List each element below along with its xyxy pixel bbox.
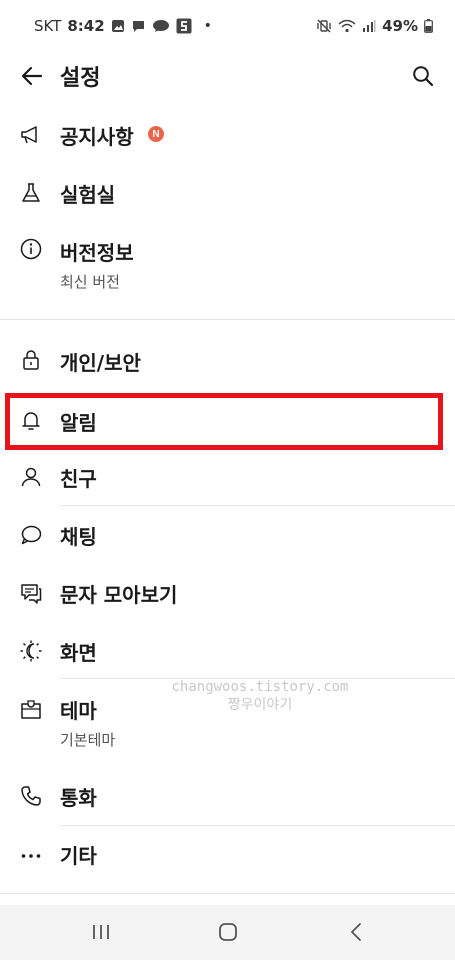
info-icon [20, 238, 42, 260]
recent-apps-icon [93, 925, 109, 939]
menu-item-screen[interactable]: 화면 [0, 622, 455, 680]
phone-icon [20, 785, 42, 807]
menu-item-notice[interactable]: 공지사항 N [0, 106, 455, 164]
brightness-icon [20, 640, 42, 662]
search-button[interactable] [409, 62, 437, 90]
menu-item-label: 화면 [60, 641, 97, 665]
menu-item-label: 채팅 [60, 525, 97, 549]
recent-apps-button[interactable] [88, 919, 114, 945]
flask-icon [20, 182, 42, 204]
menu-item-label: 문자 모아보기 [60, 583, 178, 607]
menu-item-privacy[interactable]: 개인/보안 [0, 332, 455, 390]
lock-icon [20, 349, 42, 371]
system-back-button[interactable] [343, 919, 369, 945]
version-status: 최신 버전 [60, 273, 120, 291]
talk-icon [152, 19, 170, 33]
home-icon [219, 923, 237, 941]
arrow-left-icon [21, 66, 43, 86]
theme-current: 기본테마 [60, 731, 116, 749]
status-bar: SKT 8:42 • 49% [0, 0, 455, 52]
menu-item-label: 공지사항 [60, 125, 134, 149]
item-divider [60, 678, 455, 679]
menu-item-friends[interactable]: 친구 [0, 448, 455, 506]
vibrate-mute-icon [316, 18, 332, 34]
person-icon [20, 466, 42, 488]
search-icon [413, 66, 434, 87]
item-divider [0, 893, 455, 894]
menu-item-label: 테마 [60, 699, 97, 723]
chevron-left-icon [351, 923, 361, 941]
time-text: 8:42 [67, 17, 105, 35]
menu-item-call[interactable]: 통화 [0, 768, 455, 826]
bell-icon [20, 410, 42, 432]
menu-item-version[interactable]: 버전정보 최신 버전 [0, 222, 455, 306]
menu-item-label: 실험실 [60, 183, 116, 207]
home-button[interactable] [215, 919, 241, 945]
menu-item-alarm[interactable]: 알림 [0, 393, 455, 450]
system-nav-bar [0, 905, 455, 960]
battery-icon [424, 19, 433, 33]
menu-item-label: 알림 [60, 411, 97, 435]
app-header: 설정 [0, 52, 455, 100]
megaphone-icon [20, 124, 42, 146]
menu-item-theme[interactable]: 테마 기본테마 [0, 680, 455, 766]
menu-item-label: 개인/보안 [60, 351, 141, 375]
more-dots-icon [20, 844, 42, 866]
menu-item-label: 기타 [60, 844, 97, 868]
menu-item-label: 친구 [60, 467, 97, 491]
message-icon [131, 19, 146, 33]
menu-item-sms[interactable]: 문자 모아보기 [0, 564, 455, 622]
battery-text: 49% [382, 17, 418, 35]
status-left: SKT 8:42 • [34, 17, 212, 35]
status-right: 49% [316, 17, 433, 35]
theme-shirt-icon [20, 698, 42, 720]
wifi-icon [338, 19, 356, 33]
new-badge: N [148, 126, 164, 142]
menu-item-label: 통화 [60, 786, 97, 810]
section-divider [0, 319, 455, 320]
signal-icon [362, 19, 376, 33]
status-dot: • [203, 18, 212, 34]
carrier-text: SKT [34, 17, 62, 35]
menu-item-label: 버전정보 [60, 241, 134, 265]
page-title: 설정 [60, 66, 101, 91]
menu-item-etc[interactable]: 기타 [0, 826, 455, 884]
menu-item-chat[interactable]: 채팅 [0, 506, 455, 564]
sms-icon [20, 582, 42, 604]
chat-bubble-icon [20, 524, 42, 546]
gallery-icon [111, 19, 125, 33]
menu-item-lab[interactable]: 실험실 [0, 164, 455, 222]
app-s-icon [176, 18, 192, 34]
back-button[interactable] [18, 62, 46, 90]
